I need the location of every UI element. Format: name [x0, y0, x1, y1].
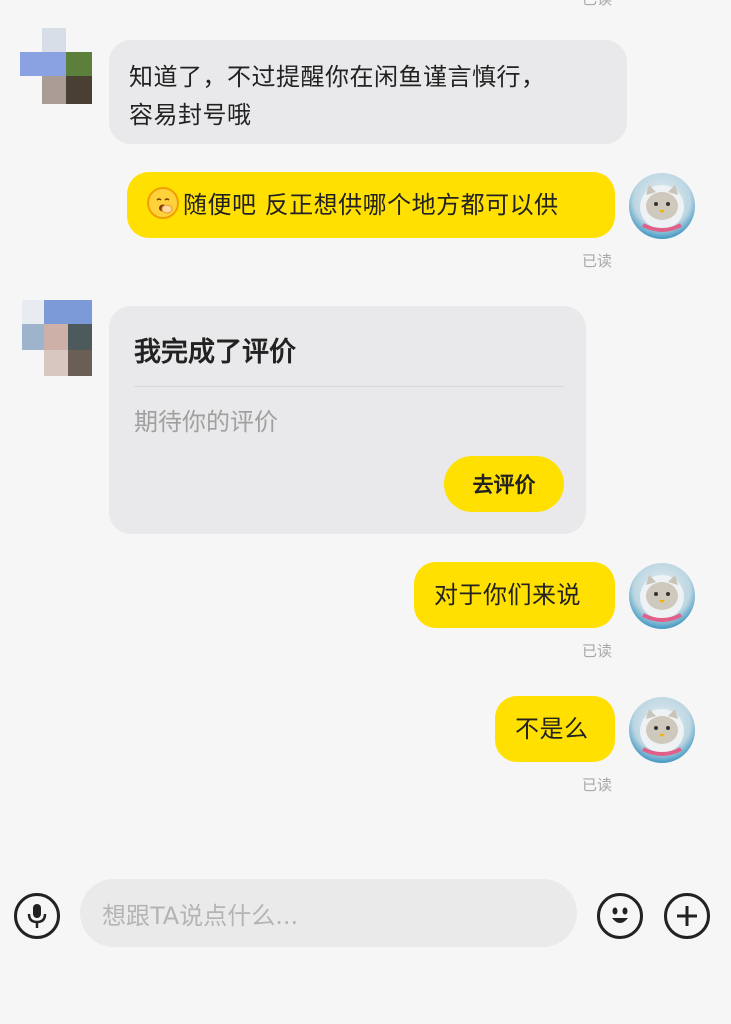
my-avatar[interactable] — [629, 697, 695, 763]
message-text: 随便吧 反正想供哪个地方都可以供 — [183, 191, 559, 219]
contact-avatar[interactable] — [22, 300, 98, 376]
message-bubble-outgoing[interactable]: 随便吧 反正想供哪个地方都可以供 — [127, 172, 615, 238]
voice-button[interactable] — [14, 893, 60, 939]
message-bubble-outgoing[interactable]: 对于你们来说 — [414, 562, 615, 628]
microphone-icon — [27, 904, 47, 928]
card-title: 我完成了评价 — [134, 337, 296, 368]
plus-icon — [677, 906, 697, 926]
read-status: 已读 — [582, 776, 613, 794]
go-review-button[interactable]: 去评价 — [444, 456, 564, 512]
review-card[interactable]: 我完成了评价 期待你的评价 去评价 — [109, 306, 586, 534]
message-input-placeholder: 想跟TA说点什么... — [102, 901, 299, 930]
message-text: 知道了，不过提醒你在闲鱼谨言慎行， — [129, 63, 546, 91]
contact-avatar[interactable] — [20, 28, 96, 104]
read-status: 已读 — [582, 252, 613, 270]
read-status-top: 已读 — [582, 0, 612, 9]
card-divider — [134, 386, 564, 387]
read-status: 已读 — [582, 642, 613, 660]
my-avatar[interactable] — [629, 173, 695, 239]
smiley-icon — [612, 907, 628, 923]
emoji-button[interactable] — [597, 893, 643, 939]
message-text: 对于你们来说 — [434, 581, 581, 609]
message-bubble-outgoing[interactable]: 不是么 — [495, 696, 615, 762]
add-button[interactable] — [664, 893, 710, 939]
card-subtitle: 期待你的评价 — [134, 408, 278, 436]
message-input[interactable]: 想跟TA说点什么... — [80, 879, 577, 947]
message-text: 不是么 — [515, 715, 589, 743]
message-text: 容易封号哦 — [129, 101, 252, 129]
yawning-face-icon — [147, 187, 179, 219]
message-bubble-incoming[interactable]: 知道了，不过提醒你在闲鱼谨言慎行， 容易封号哦 — [109, 40, 627, 144]
my-avatar[interactable] — [629, 563, 695, 629]
